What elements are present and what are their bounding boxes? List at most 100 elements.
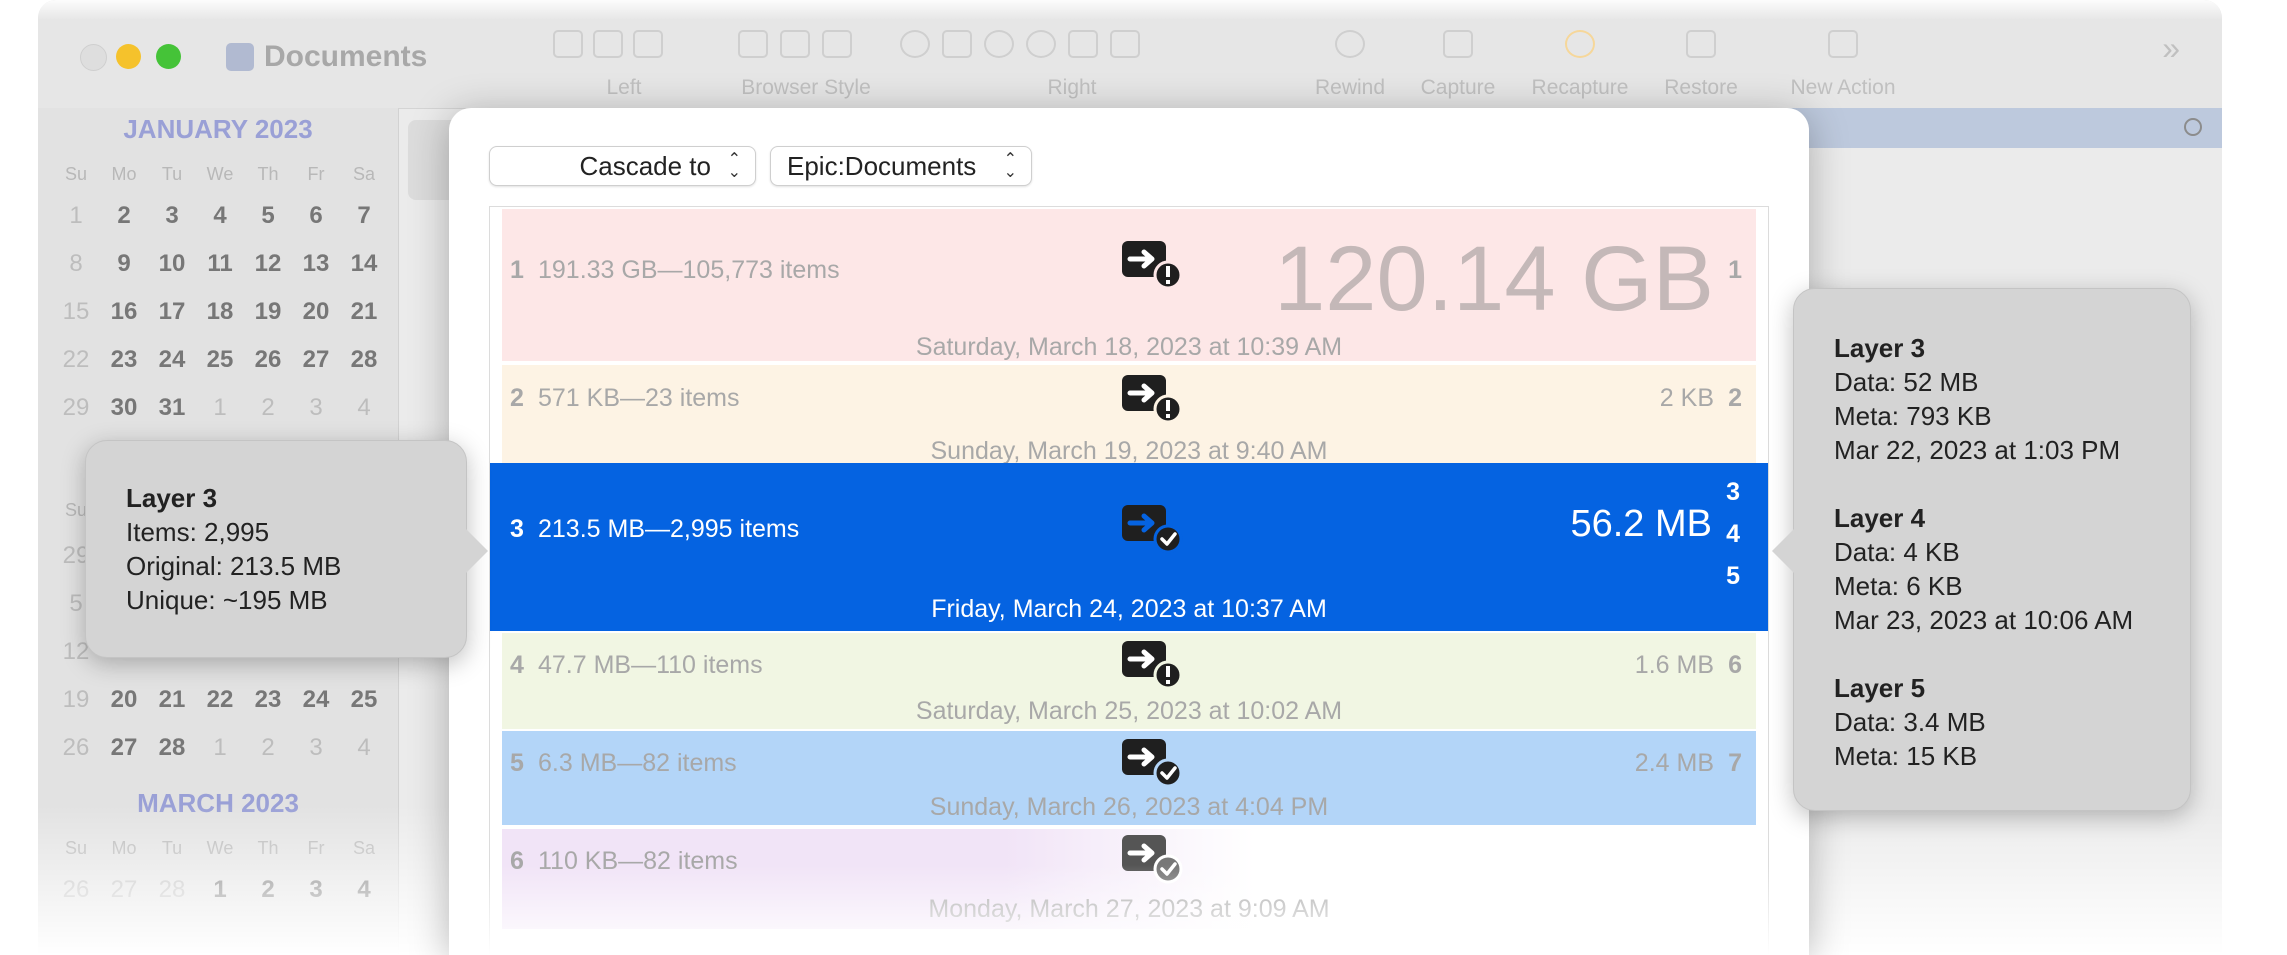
layer-row[interactable]: 4 47.7 MB—110 items 1.6 MB 6 Saturday, M…: [502, 633, 1756, 729]
calendar-day[interactable]: 19: [52, 676, 100, 724]
calendar-day[interactable]: 30: [100, 384, 148, 432]
calendar-day[interactable]: 2: [244, 384, 292, 432]
layer-date: Monday, March 27, 2023 at 9:09 AM: [928, 895, 1330, 923]
calendar-day[interactable]: 19: [244, 288, 292, 336]
toolbar: Documents Left Browser Style Right Rewin…: [38, 0, 2222, 109]
calendar-day[interactable]: 4: [340, 724, 388, 772]
calendar-day[interactable]: 20: [100, 676, 148, 724]
close-window-button[interactable]: [80, 44, 107, 71]
icon-view-icon[interactable]: [738, 30, 768, 58]
chevrons-right-icon[interactable]: »: [2162, 30, 2180, 67]
capture-icon[interactable]: [1443, 30, 1473, 58]
calendar-day[interactable]: 8: [52, 240, 100, 288]
calendar-day[interactable]: 23: [100, 336, 148, 384]
popover-line: Mar 22, 2023 at 1:03 PM: [1834, 435, 2121, 465]
calendar-weekday-header: Su Mo Tu We Th Fr Sa: [64, 164, 376, 184]
calendar-day[interactable]: 4: [196, 192, 244, 240]
calendar-day[interactable]: 1: [196, 384, 244, 432]
layer-date: Sunday, March 19, 2023 at 9:40 AM: [930, 437, 1328, 465]
restore-icon[interactable]: [1686, 30, 1716, 58]
calendar-day[interactable]: 26: [52, 724, 100, 772]
layer-row[interactable]: 6 110 KB—82 items Monday, March 27, 2023…: [502, 829, 1756, 929]
calendar-day[interactable]: 10: [148, 240, 196, 288]
restore-ok-icon: [1122, 739, 1183, 788]
document-icon[interactable]: [1068, 30, 1098, 58]
calendar-day[interactable]: 21: [148, 676, 196, 724]
calendar-day[interactable]: 2: [100, 192, 148, 240]
calendar-day[interactable]: 1: [196, 724, 244, 772]
popover-title: Layer 3: [1834, 333, 1926, 363]
calendar-day[interactable]: 3: [292, 866, 340, 914]
calendar-day[interactable]: 27: [100, 866, 148, 914]
restore-ok-icon: [1122, 835, 1183, 884]
rewind-icon[interactable]: [1335, 30, 1365, 58]
calendar-day[interactable]: 25: [340, 676, 388, 724]
layer-row[interactable]: 2 571 KB—23 items 2 KB 2 Sunday, March 1…: [502, 365, 1756, 465]
calendar-day[interactable]: 28: [340, 336, 388, 384]
layer-size: 56.2 MB: [1570, 503, 1712, 545]
calendar-day[interactable]: 27: [100, 724, 148, 772]
play-icon[interactable]: [984, 30, 1014, 58]
info-icon[interactable]: [900, 30, 930, 58]
zoom-window-button[interactable]: [156, 44, 181, 69]
calendar-day[interactable]: 29: [52, 384, 100, 432]
calendar-day[interactable]: 1: [52, 192, 100, 240]
calendar-day[interactable]: 5: [244, 192, 292, 240]
list-view-icon[interactable]: [780, 30, 810, 58]
calendar-day[interactable]: 14: [340, 240, 388, 288]
calendar-day[interactable]: 1: [196, 866, 244, 914]
calendar-day[interactable]: 27: [292, 336, 340, 384]
calendar-day[interactable]: 2: [244, 724, 292, 772]
layer-row[interactable]: 1 191.33 GB—105,773 items 120.14 GB 1 Sa…: [502, 209, 1756, 361]
layer-info-popover: Layer 3 Items: 2,995 Original: 213.5 MB …: [85, 440, 488, 658]
calendar-day[interactable]: 22: [52, 336, 100, 384]
recapture-icon[interactable]: [1565, 30, 1595, 58]
calendar-day[interactable]: 7: [340, 192, 388, 240]
calendar-day[interactable]: 17: [148, 288, 196, 336]
calendar-day[interactable]: 15: [52, 288, 100, 336]
calendar-day[interactable]: 26: [52, 866, 100, 914]
calendar-day[interactable]: 22: [196, 676, 244, 724]
calendar-day[interactable]: 24: [292, 676, 340, 724]
calendar-day[interactable]: 12: [244, 240, 292, 288]
calendar-day[interactable]: 23: [244, 676, 292, 724]
calendar-day[interactable]: 9: [100, 240, 148, 288]
calendar-day[interactable]: 2: [244, 866, 292, 914]
calendar-day[interactable]: 11: [196, 240, 244, 288]
grid-icon[interactable]: [942, 30, 972, 58]
calendar-day[interactable]: 13: [292, 240, 340, 288]
cascade-popup[interactable]: Cascade to ⌃ ⌄: [489, 146, 756, 186]
calendar-day[interactable]: 24: [148, 336, 196, 384]
calendar-day[interactable]: 20: [292, 288, 340, 336]
calendar-day[interactable]: 31: [148, 384, 196, 432]
calendar-day[interactable]: 28: [148, 866, 196, 914]
calendar-day[interactable]: 3: [148, 192, 196, 240]
left-first-icon[interactable]: [553, 30, 583, 58]
popover-line: Meta: 6 KB: [1834, 571, 1963, 601]
calendar-day[interactable]: 26: [244, 336, 292, 384]
layer-number: 2: [510, 384, 524, 412]
calendar-day[interactable]: 3: [292, 724, 340, 772]
calendar-day[interactable]: 28: [148, 724, 196, 772]
calendar-day[interactable]: 6: [292, 192, 340, 240]
calendar-day[interactable]: 16: [100, 288, 148, 336]
left-snapshot-icon[interactable]: [633, 30, 663, 58]
calendar-day[interactable]: 4: [340, 866, 388, 914]
calendar-day[interactable]: 3: [292, 384, 340, 432]
layer-row-selected[interactable]: 3 213.5 MB—2,995 items 56.2 MB 3 4 5 Fri…: [490, 463, 1768, 631]
layer-row[interactable]: 5 6.3 MB—82 items 2.4 MB 7 Sunday, March…: [502, 731, 1756, 825]
column-view-icon[interactable]: [822, 30, 852, 58]
volume-path-popup[interactable]: Epic:Documents ⌃ ⌄: [770, 146, 1032, 186]
calendar-day[interactable]: 18: [196, 288, 244, 336]
right-last-icon[interactable]: [1110, 30, 1140, 58]
clock-icon[interactable]: [1026, 30, 1056, 58]
calendar-day[interactable]: 21: [340, 288, 388, 336]
layer-size: 2 KB: [1659, 384, 1714, 412]
layer-number: 6: [510, 847, 524, 875]
left-calendar-icon[interactable]: [593, 30, 623, 58]
more-options-icon[interactable]: [2184, 118, 2202, 136]
calendar-day[interactable]: 4: [340, 384, 388, 432]
minimize-window-button[interactable]: [116, 44, 141, 69]
new-action-icon[interactable]: [1828, 30, 1858, 58]
calendar-day[interactable]: 25: [196, 336, 244, 384]
